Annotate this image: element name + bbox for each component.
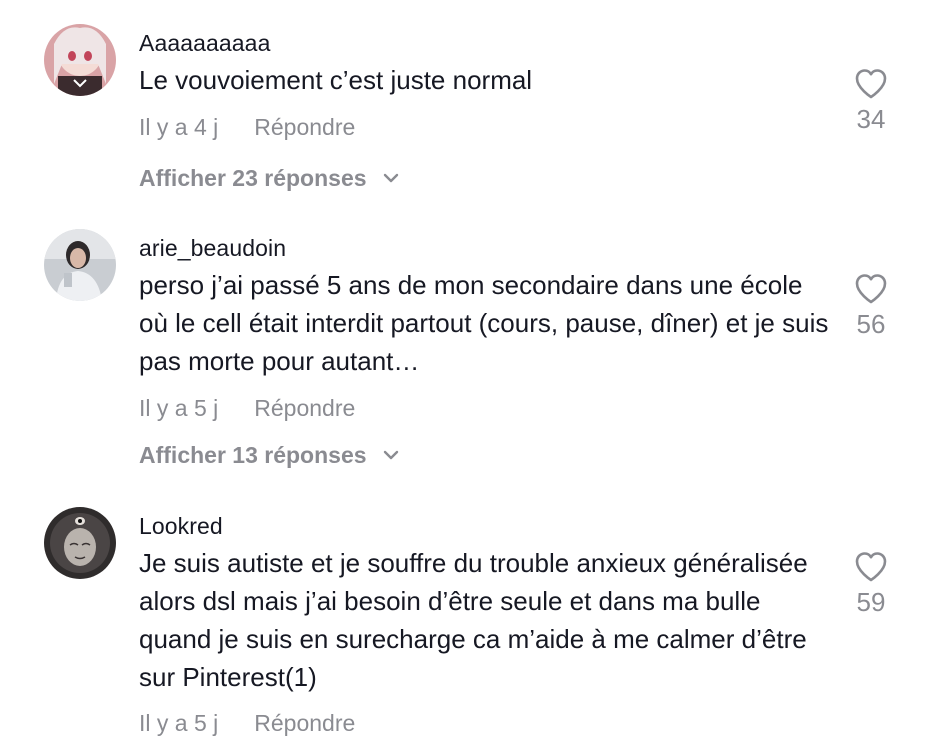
view-replies-button[interactable]: Afficher 13 réponses <box>139 442 399 469</box>
comment-time: Il y a 5 j <box>139 395 219 421</box>
comment-text: Je suis autiste et je souffre du trouble… <box>139 548 808 692</box>
avatar[interactable] <box>44 24 116 96</box>
heart-outline-icon <box>855 552 887 582</box>
like-count: 56 <box>856 309 886 339</box>
username[interactable]: arie_beaudoin <box>139 235 286 262</box>
view-replies-button[interactable]: Afficher 23 réponses <box>139 165 399 192</box>
username[interactable]: Aaaaaaaaaa <box>139 30 270 57</box>
like-count: 59 <box>856 587 886 617</box>
comment-meta: Il y a 4 j Répondre <box>139 114 355 141</box>
reply-button[interactable]: Répondre <box>254 114 355 141</box>
comment-text: Le vouvoiement c’est juste normal <box>139 65 533 95</box>
comment-text: perso j’ai passé 5 ans de mon secondaire… <box>139 270 829 376</box>
like-button[interactable]: 34 <box>840 68 902 135</box>
reply-button[interactable]: Répondre <box>254 710 355 737</box>
heart-outline-icon <box>855 69 887 99</box>
chevron-down-icon <box>383 451 399 460</box>
comment-meta: Il y a 5 j Répondre <box>139 395 355 422</box>
comment-time: Il y a 4 j <box>139 114 219 140</box>
view-replies-label: Afficher 13 réponses <box>139 442 367 468</box>
view-replies-label: Afficher 23 réponses <box>139 165 367 191</box>
comment-time: Il y a 5 j <box>139 710 219 736</box>
chevron-down-icon <box>383 174 399 183</box>
like-button[interactable]: 59 <box>840 551 902 618</box>
reply-button[interactable]: Répondre <box>254 395 355 422</box>
avatar[interactable] <box>44 507 116 579</box>
heart-outline-icon <box>855 274 887 304</box>
avatar[interactable] <box>44 229 116 301</box>
like-count: 34 <box>856 104 886 134</box>
comment-meta: Il y a 5 j Répondre <box>139 710 355 737</box>
like-button[interactable]: 56 <box>840 273 902 340</box>
username[interactable]: Lookred <box>139 513 223 540</box>
